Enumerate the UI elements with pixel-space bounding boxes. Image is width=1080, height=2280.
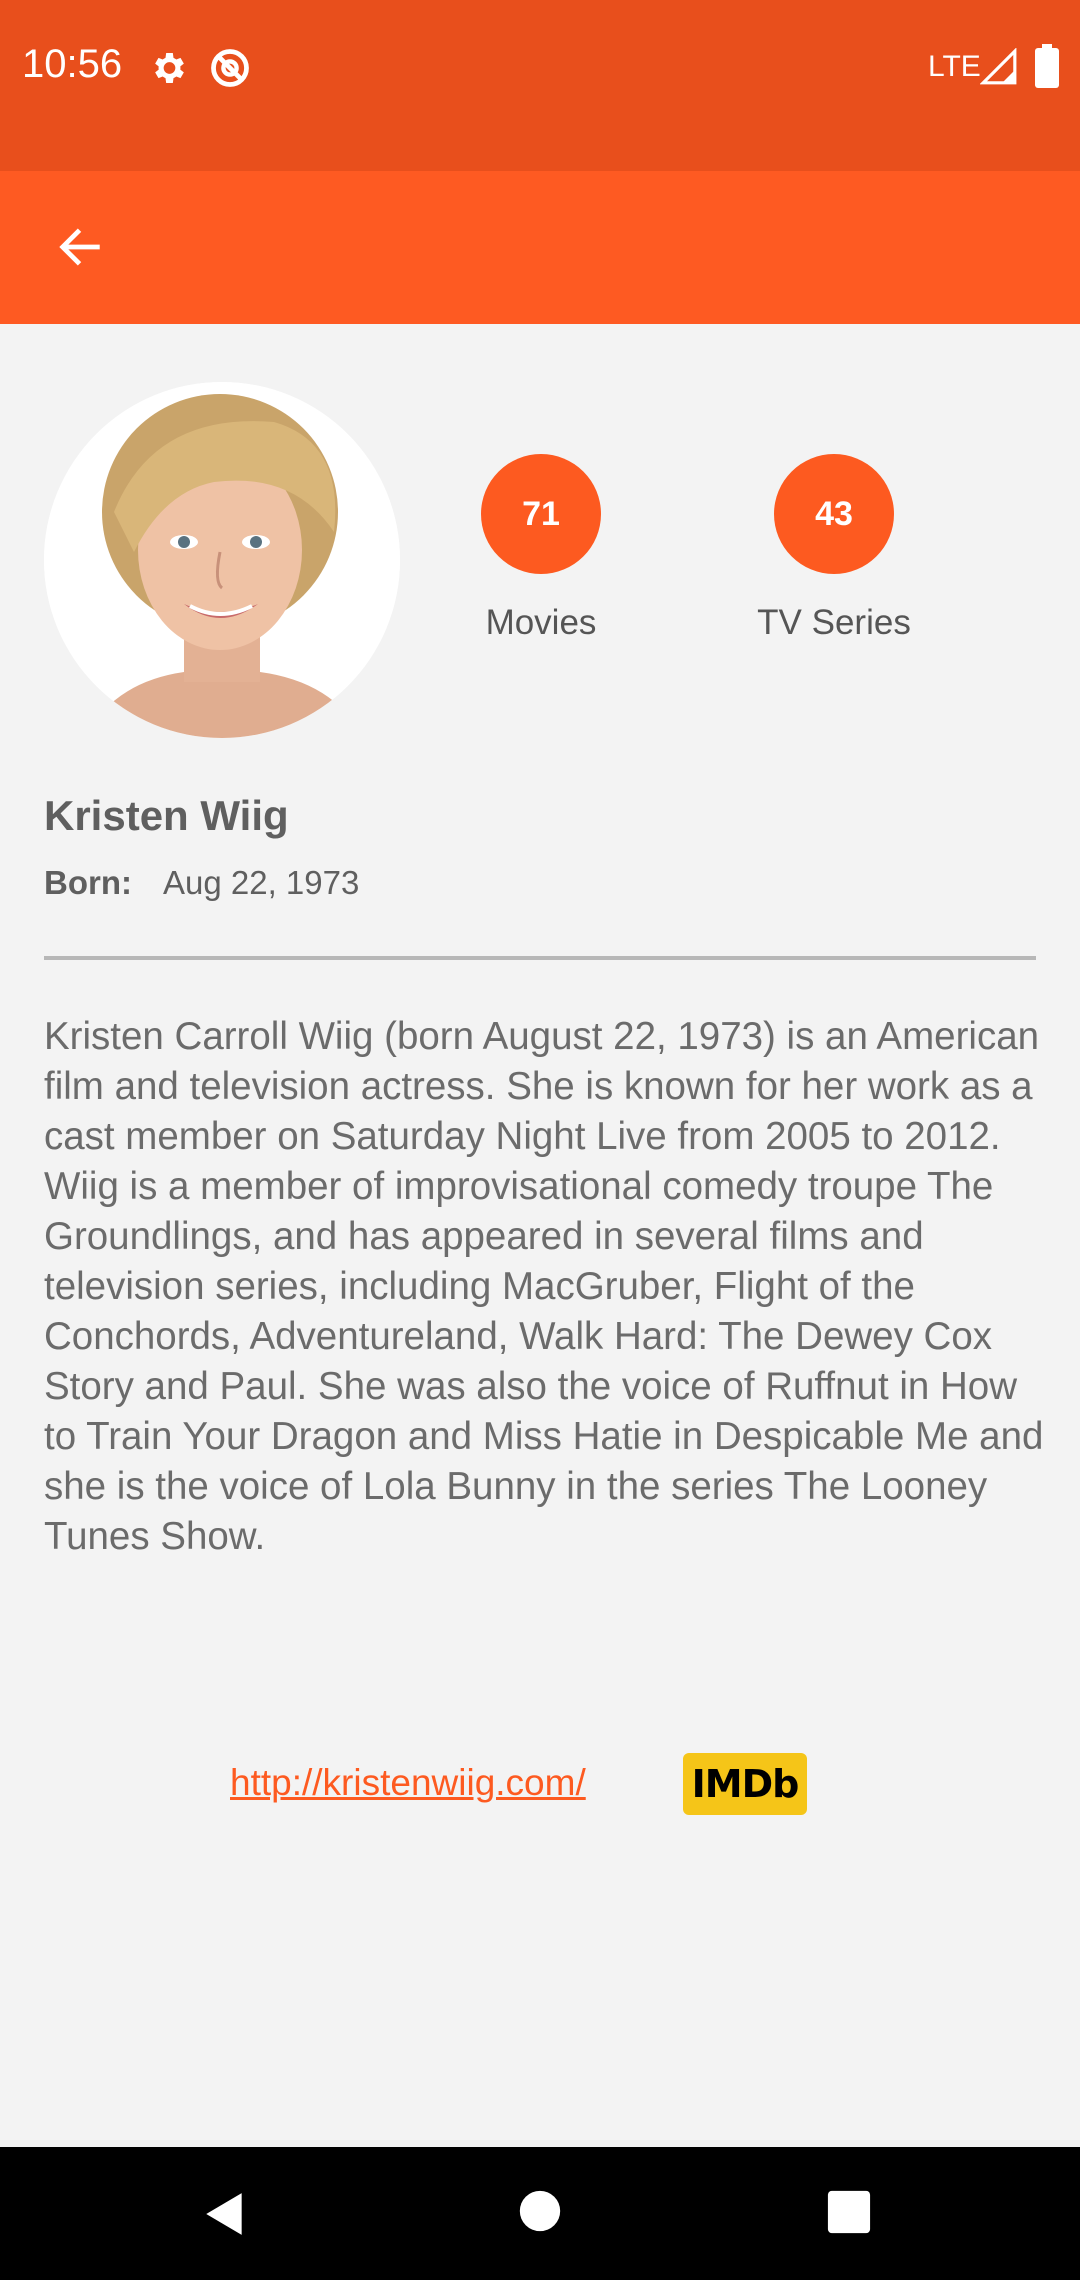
app-bar (0, 171, 1080, 324)
tv-series-label[interactable]: TV Series (704, 603, 964, 643)
status-time: 10:56 (22, 42, 123, 86)
born-date: Aug 22, 1973 (163, 864, 360, 901)
movies-count-badge[interactable]: 71 (481, 454, 601, 574)
recents-square-icon[interactable] (826, 2189, 872, 2235)
signal-icon (980, 48, 1017, 85)
profile-photo (44, 382, 400, 738)
movies-label[interactable]: Movies (411, 603, 671, 643)
battery-icon (1035, 44, 1059, 88)
network-type-label: LTE (928, 50, 981, 83)
website-link[interactable]: http://kristenwiig.com/ (230, 1762, 586, 1804)
born-label: Born: (44, 864, 132, 901)
actor-detail-screen: 10:56 LTE 71 Movies 43 TV Series Kristen… (0, 0, 1080, 2280)
back-triangle-icon[interactable] (200, 2189, 250, 2239)
sync-off-icon (211, 49, 249, 87)
avatar (44, 382, 400, 738)
status-bar: 10:56 LTE (0, 0, 1080, 171)
back-button[interactable] (40, 207, 120, 287)
arrow-left-icon (59, 228, 100, 266)
gear-icon (155, 53, 184, 83)
navigation-bar (0, 2147, 1080, 2280)
imdb-button[interactable]: IMDb (683, 1753, 807, 1815)
biography-text: Kristen Carroll Wiig (born August 22, 19… (44, 1015, 1044, 1558)
person-name: Kristen Wiig (44, 792, 289, 839)
tv-series-count-badge[interactable]: 43 (774, 454, 894, 574)
home-circle-icon[interactable] (518, 2189, 562, 2233)
divider (44, 956, 1036, 960)
